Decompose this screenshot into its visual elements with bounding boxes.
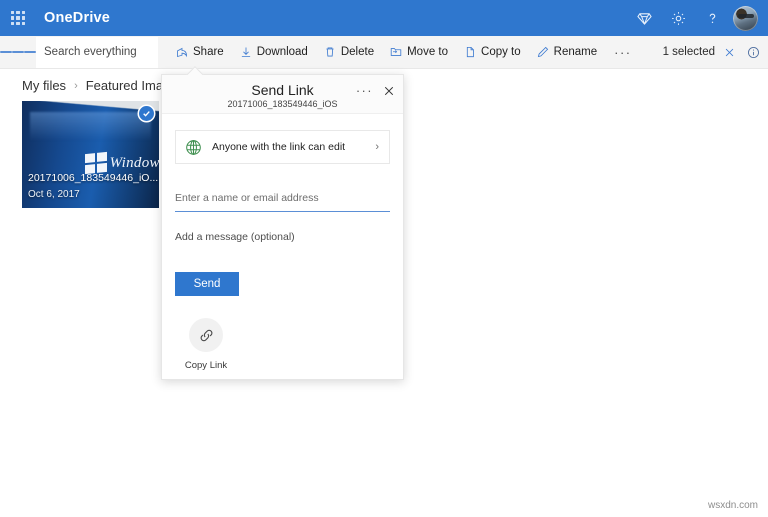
delete-button[interactable]: Delete bbox=[316, 36, 382, 68]
breadcrumb-item-my-files[interactable]: My files bbox=[22, 78, 66, 93]
recipient-placeholder: Enter a name or email address bbox=[175, 192, 319, 204]
search-placeholder: Search everything bbox=[44, 46, 137, 58]
thumbnail-highlight bbox=[30, 111, 151, 140]
rename-label: Rename bbox=[553, 46, 598, 58]
pencil-icon bbox=[537, 46, 549, 58]
globe-icon bbox=[184, 138, 203, 157]
link-chain-icon bbox=[189, 318, 223, 352]
clear-selection-icon[interactable] bbox=[724, 47, 735, 58]
brand-title[interactable]: OneDrive bbox=[44, 10, 110, 26]
file-date: Oct 6, 2017 bbox=[28, 189, 80, 200]
share-button[interactable]: Share bbox=[168, 36, 232, 68]
dialog-more-options-icon[interactable]: ··· bbox=[356, 84, 373, 97]
details-info-icon[interactable] bbox=[747, 46, 760, 59]
copy-page-icon bbox=[464, 46, 476, 58]
download-arrow-icon bbox=[240, 46, 252, 58]
file-tile-selected[interactable]: Windows 20171006_183549446_iO... Oct 6, … bbox=[22, 101, 159, 208]
user-avatar[interactable] bbox=[733, 5, 758, 31]
dialog-subtitle: 20171006_183549446_iOS bbox=[227, 98, 338, 109]
share-icon bbox=[176, 46, 188, 58]
selection-count: 1 selected bbox=[662, 46, 715, 58]
chevron-right-icon: › bbox=[375, 141, 379, 153]
dialog-title: Send Link bbox=[251, 81, 314, 98]
link-permission-label: Anyone with the link can edit bbox=[212, 141, 346, 153]
copy-to-label: Copy to bbox=[481, 46, 521, 58]
suite-bar-actions bbox=[627, 0, 768, 36]
move-to-button[interactable]: Move to bbox=[382, 36, 456, 68]
copy-to-button[interactable]: Copy to bbox=[456, 36, 529, 68]
send-link-dialog: Send Link 20171006_183549446_iOS ··· Any… bbox=[161, 74, 404, 380]
file-name: 20171006_183549446_iO... bbox=[28, 172, 159, 184]
selection-status: 1 selected bbox=[663, 46, 768, 59]
delete-label: Delete bbox=[340, 46, 375, 58]
waffle-grid bbox=[11, 11, 25, 25]
share-label: Share bbox=[193, 46, 224, 58]
callout-beak bbox=[186, 65, 204, 75]
search-input[interactable]: Search everything bbox=[36, 36, 158, 68]
link-permission-row[interactable]: Anyone with the link can edit › bbox=[175, 130, 390, 164]
trash-icon bbox=[324, 46, 336, 58]
command-bar: Search everything Share Download Delete … bbox=[0, 36, 768, 69]
command-list: Share Download Delete Move to Copy to Re… bbox=[168, 36, 641, 68]
help-question-icon[interactable] bbox=[695, 0, 729, 36]
message-placeholder: Add a message (optional) bbox=[175, 231, 295, 243]
thumbnail-text: Windows bbox=[109, 154, 159, 171]
breadcrumb: My files › Featured Images bbox=[22, 78, 184, 93]
download-button[interactable]: Download bbox=[232, 36, 316, 68]
selected-check-icon[interactable] bbox=[139, 106, 154, 121]
navigation-menu-icon[interactable] bbox=[0, 36, 36, 68]
download-label: Download bbox=[256, 46, 308, 58]
message-input[interactable]: Add a message (optional) bbox=[175, 227, 390, 245]
dialog-header: Send Link 20171006_183549446_iOS ··· bbox=[162, 75, 403, 114]
premium-diamond-icon[interactable] bbox=[627, 0, 661, 36]
suite-bar: OneDrive bbox=[0, 0, 768, 36]
settings-gear-icon[interactable] bbox=[661, 0, 695, 36]
copy-link-label: Copy Link bbox=[184, 360, 228, 371]
move-to-folder-icon bbox=[390, 46, 402, 58]
recipient-input[interactable]: Enter a name or email address bbox=[175, 188, 390, 212]
more-commands-button[interactable]: ··· bbox=[605, 36, 641, 68]
rename-button[interactable]: Rename bbox=[529, 36, 605, 68]
move-to-label: Move to bbox=[407, 46, 449, 58]
watermark: wsxdn.com bbox=[707, 500, 758, 511]
app-launcher-icon[interactable] bbox=[0, 0, 36, 36]
dialog-header-actions: ··· bbox=[356, 84, 395, 97]
dialog-close-icon[interactable] bbox=[383, 85, 395, 97]
breadcrumb-separator-icon: › bbox=[74, 79, 78, 92]
send-button[interactable]: Send bbox=[175, 272, 239, 296]
copy-link-button[interactable]: Copy Link bbox=[175, 318, 237, 371]
onedrive-app-window: OneDrive Search everything Share Downloa… bbox=[0, 0, 768, 517]
